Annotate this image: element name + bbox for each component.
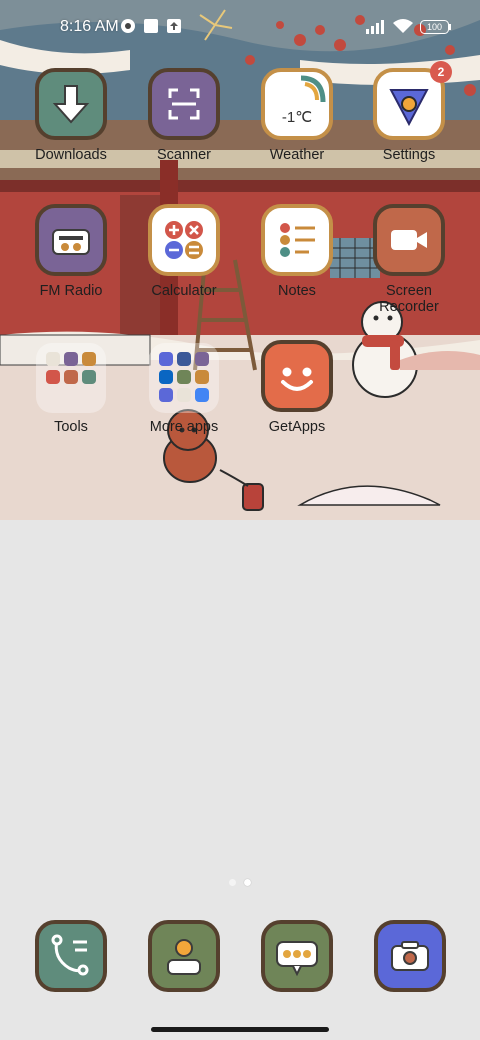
- folder-more-apps[interactable]: More apps: [124, 340, 244, 440]
- dock-camera[interactable]: [374, 920, 446, 992]
- pinwheel-icon: [120, 18, 136, 39]
- page-indicator-dot-2-active[interactable]: [244, 879, 251, 886]
- app-label: Downloads: [35, 147, 107, 163]
- weather-icon: -1℃: [261, 68, 333, 140]
- dock-messages[interactable]: [261, 920, 333, 992]
- status-time: 8:16 AM: [60, 18, 119, 35]
- app-label: Scanner: [156, 147, 211, 163]
- app-label: Calculator: [151, 283, 217, 299]
- app-notes[interactable]: Notes: [237, 204, 357, 304]
- app-label: FM Radio: [39, 283, 103, 299]
- upload-icon: [166, 18, 182, 39]
- gesture-navigation-handle[interactable]: [151, 1027, 329, 1032]
- app-calculator[interactable]: Calculator: [124, 204, 244, 304]
- app-label: Tools: [54, 419, 88, 435]
- dock-contacts[interactable]: [148, 920, 220, 992]
- message-icon: [261, 920, 333, 992]
- scan-frame-icon: [148, 68, 220, 140]
- status-bar: 8:16 AM 100: [0, 0, 480, 56]
- smiley-face-icon: [261, 340, 333, 412]
- battery-level: 100: [426, 22, 443, 32]
- dock-phone[interactable]: [35, 920, 107, 992]
- notification-badge: 2: [430, 61, 452, 83]
- radio-icon: [35, 204, 107, 276]
- phone-icon: [35, 920, 107, 992]
- video-camera-icon: [373, 204, 445, 276]
- square-notification-icon: [143, 18, 159, 39]
- download-arrow-icon: [35, 68, 107, 140]
- notes-list-icon: [261, 204, 333, 276]
- battery-icon: 100: [420, 20, 452, 39]
- app-getapps[interactable]: GetApps: [237, 340, 357, 440]
- app-label: More apps: [149, 419, 219, 435]
- app-scanner[interactable]: Scanner: [124, 68, 244, 168]
- app-label: Notes: [278, 283, 316, 299]
- contacts-icon: [148, 920, 220, 992]
- app-weather[interactable]: -1℃ Weather: [237, 68, 357, 168]
- app-label: Screen Recorder: [379, 283, 439, 315]
- folder-tools[interactable]: Tools: [11, 340, 131, 440]
- page-indicator-dot-1[interactable]: [229, 879, 236, 886]
- wifi-icon: [392, 18, 414, 39]
- camera-icon: [374, 920, 446, 992]
- app-label: GetApps: [268, 419, 326, 435]
- folder-icon: [149, 343, 219, 413]
- app-downloads[interactable]: Downloads: [11, 68, 131, 168]
- folder-icon: [36, 343, 106, 413]
- app-fm-radio[interactable]: FM Radio: [11, 204, 131, 304]
- signal-icon: [366, 20, 386, 39]
- app-screen-recorder[interactable]: Screen Recorder: [349, 204, 469, 315]
- app-settings[interactable]: 2 Settings: [349, 61, 469, 168]
- app-label: Settings: [382, 147, 436, 163]
- weather-temp: -1℃: [281, 109, 313, 126]
- app-label: Weather: [269, 147, 325, 163]
- calculator-icon: [148, 204, 220, 276]
